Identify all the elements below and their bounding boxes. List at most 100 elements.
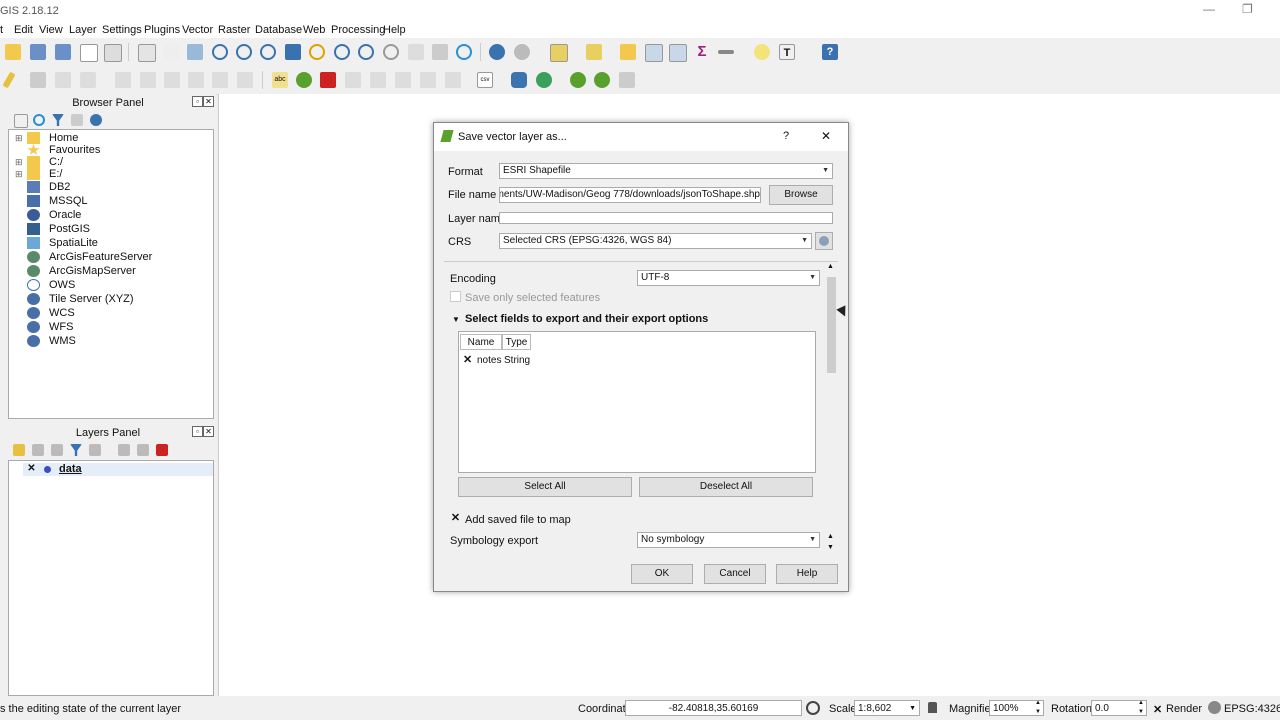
table-row[interactable]: ✕ notes String (460, 352, 532, 369)
expand-all-icon[interactable] (118, 444, 130, 456)
menu-layer[interactable]: Layer (69, 24, 97, 36)
add-to-map-checkbox[interactable]: ✕ (450, 513, 461, 525)
dialog-help-icon[interactable]: ? (783, 130, 789, 142)
layer-labeling-icon[interactable] (296, 72, 312, 88)
measure-icon[interactable] (718, 50, 734, 54)
zoom-native-icon[interactable] (260, 44, 276, 60)
menu-project[interactable]: t (0, 24, 3, 36)
csv-icon[interactable]: csv (477, 72, 493, 88)
scroll-down-icon[interactable]: ▼ (827, 544, 834, 551)
crs-combo[interactable]: Selected CRS (EPSG:4326, WGS 84) ▼ (499, 233, 812, 249)
attribute-table-icon[interactable] (645, 44, 663, 62)
magnifier-spinbox[interactable]: 100% ▲ ▼ (989, 700, 1044, 716)
close-panel-icon[interactable]: ✕ (203, 96, 214, 107)
zoom-selection-icon[interactable] (309, 44, 325, 60)
manage-map-themes-icon[interactable] (51, 444, 63, 456)
field-calculator-icon[interactable] (669, 44, 687, 62)
copy-features-icon[interactable] (188, 72, 204, 88)
zoom-last-icon[interactable] (358, 44, 374, 60)
fields-header-name[interactable]: Name (460, 334, 502, 350)
float-panel-icon[interactable]: ▫ (192, 426, 203, 437)
help-contents-icon[interactable]: ? (822, 44, 838, 60)
add-selected-icon[interactable] (14, 114, 28, 128)
layer-styling-icon[interactable] (13, 444, 25, 456)
rotate-label-icon[interactable] (420, 72, 436, 88)
remove-layer-icon[interactable] (156, 444, 168, 456)
scroll-up-icon[interactable]: ▲ (827, 533, 834, 540)
layername-input[interactable] (499, 212, 833, 224)
node-tool-icon[interactable] (115, 72, 131, 88)
filter-legend-icon[interactable] (70, 444, 82, 456)
save-edits-icon[interactable] (30, 72, 46, 88)
menu-web[interactable]: Web (303, 24, 325, 36)
toggle-extents-icon[interactable] (806, 701, 820, 715)
browse-button[interactable]: Browse (769, 185, 833, 205)
options-scrollbar[interactable]: ▲ ▲ ▼ (826, 263, 838, 557)
select-features-icon[interactable] (550, 44, 568, 62)
menu-help[interactable]: Help (383, 24, 406, 36)
highlight-labels-icon[interactable] (320, 72, 336, 88)
scroll-up-icon[interactable]: ▲ (827, 263, 834, 270)
identify-icon[interactable] (489, 44, 505, 60)
add-wms-icon[interactable] (570, 72, 586, 88)
save-selected-checkbox[interactable] (450, 291, 461, 302)
menu-processing[interactable]: Processing (331, 24, 385, 36)
collapse-all-layers-icon[interactable] (137, 444, 149, 456)
select-by-value-icon[interactable] (586, 44, 602, 60)
move-feature-icon[interactable] (80, 72, 96, 88)
spin-arrows-icon[interactable]: ▲ ▼ (1035, 699, 1041, 717)
browser-tree[interactable]: ⊞ Home Favourites ⊞ C:/ ⊞ E:/ DB2 MSSQL … (8, 129, 214, 419)
map-tips-icon[interactable] (754, 44, 770, 60)
pan-to-selection-icon[interactable] (187, 44, 203, 60)
add-feature-icon[interactable] (55, 72, 71, 88)
zoom-layer-icon[interactable] (334, 44, 350, 60)
paste-features-icon[interactable] (212, 72, 228, 88)
minimize-icon[interactable]: — (1203, 2, 1215, 16)
help-button[interactable]: Help (776, 564, 838, 584)
menu-settings[interactable]: Settings (102, 24, 142, 36)
new-print-composer-icon[interactable] (80, 44, 98, 62)
encoding-combo[interactable]: UTF-8 ▼ (637, 270, 820, 286)
layers-tree[interactable]: ✕ data (8, 460, 214, 696)
menu-vector[interactable]: Vector (182, 24, 213, 36)
menu-plugins[interactable]: Plugins (144, 24, 180, 36)
show-bookmarks-icon[interactable] (432, 44, 448, 60)
zoom-out-icon[interactable] (236, 44, 252, 60)
collapse-triangle-icon[interactable]: ▼ (452, 315, 460, 324)
globe-plugin-icon[interactable] (536, 72, 552, 88)
spin-arrows-icon[interactable]: ▲ ▼ (1138, 699, 1144, 717)
collapse-all-icon[interactable] (71, 114, 83, 126)
restore-icon[interactable]: ❐ (1242, 2, 1253, 16)
filter-expression-icon[interactable] (89, 444, 101, 456)
save-as-icon[interactable] (55, 44, 71, 60)
info-icon[interactable] (90, 114, 102, 126)
crs-status-label[interactable]: EPSG:4326 (1224, 703, 1280, 715)
zoom-full-icon[interactable] (285, 44, 301, 60)
menu-edit[interactable]: Edit (14, 24, 33, 36)
ok-button[interactable]: OK (631, 564, 693, 584)
new-bookmark-icon[interactable] (408, 44, 424, 60)
toggle-editing-icon[interactable] (2, 71, 16, 89)
text-annotation-icon[interactable]: T (779, 44, 795, 60)
action-icon[interactable] (514, 44, 530, 60)
delete-selected-icon[interactable] (140, 72, 156, 88)
render-checkbox[interactable]: ✕ (1153, 703, 1162, 716)
filter-icon[interactable] (52, 114, 64, 126)
dialog-close-icon[interactable]: ✕ (821, 129, 831, 143)
select-all-button[interactable]: Select All (458, 477, 632, 497)
rotation-spinbox[interactable]: 0.0 ▲ ▼ (1091, 700, 1147, 716)
field-include-checkbox[interactable]: ✕ (463, 353, 472, 366)
deselect-all-button[interactable]: Deselect All (639, 477, 813, 497)
coordinate-input[interactable]: -82.40818,35.60169 (625, 700, 802, 716)
refresh-icon[interactable] (456, 44, 472, 60)
move-label-icon[interactable] (395, 72, 411, 88)
close-panel-icon[interactable]: ✕ (203, 426, 214, 437)
fields-header-type[interactable]: Type (502, 334, 531, 350)
float-panel-icon[interactable]: ▫ (192, 96, 203, 107)
label-tool-icon[interactable]: abc (272, 72, 288, 88)
add-wfs-icon[interactable] (594, 72, 610, 88)
pan-icon[interactable] (163, 44, 179, 60)
scale-combo[interactable]: 1:8,602 ▼ (854, 700, 920, 716)
statistics-icon[interactable]: Σ (694, 44, 710, 60)
composer-manager-icon[interactable] (104, 44, 122, 62)
